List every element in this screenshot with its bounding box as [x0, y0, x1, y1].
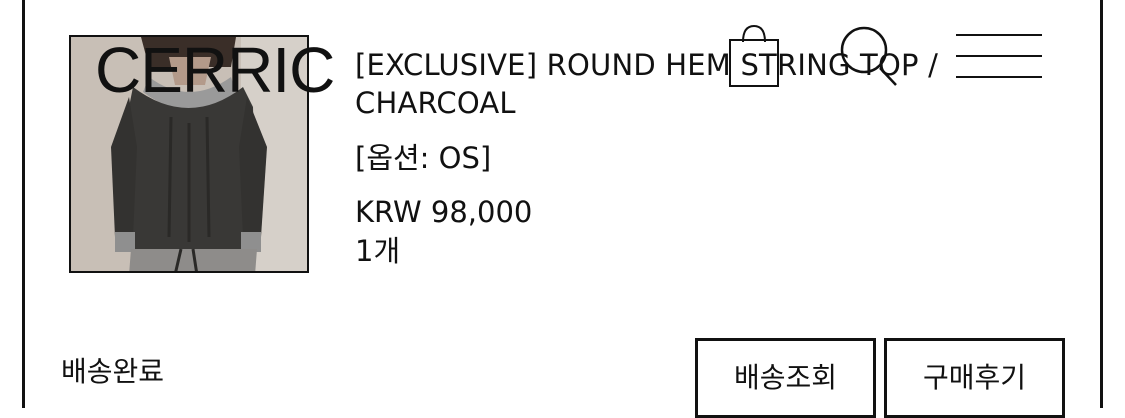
order-card: CERRIC [EXCLUSIVE] ROUND HEM STRING TOP … [0, 0, 1125, 418]
order-status: 배송완료 [61, 355, 165, 388]
write-review-button[interactable]: 구매후기 [884, 338, 1065, 418]
menu-icon[interactable] [954, 30, 1044, 82]
track-delivery-button[interactable]: 배송조회 [695, 338, 876, 418]
track-delivery-label: 배송조회 [733, 361, 838, 394]
product-quantity: 1개 [355, 234, 401, 268]
brand-logo[interactable]: CERRIC [95, 30, 335, 110]
product-price: KRW 98,000 [355, 195, 533, 229]
card-right-border [1100, 0, 1103, 408]
card-left-border [22, 0, 25, 408]
product-title[interactable]: [EXCLUSIVE] ROUND HEM STRING TOP / CHARC… [355, 46, 1015, 122]
search-icon[interactable] [838, 24, 900, 88]
product-option: [옵션: OS] [355, 141, 492, 175]
shopping-bag-icon[interactable] [726, 24, 782, 90]
write-review-label: 구매후기 [922, 361, 1027, 394]
